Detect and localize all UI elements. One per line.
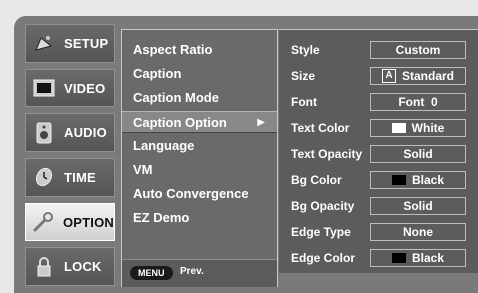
text-color-value[interactable]: White — [370, 119, 466, 137]
caption-options-panel: Style Custom Size A Standard Font Font 0… — [279, 29, 478, 273]
option-menu-panel: Aspect Ratio Caption Caption Mode Captio… — [121, 29, 278, 287]
padlock-icon — [32, 255, 56, 279]
satellite-dish-icon — [32, 31, 56, 55]
option-row-bg-opacity: Bg Opacity Solid — [279, 196, 478, 218]
wrench-icon — [32, 210, 55, 234]
option-row-text-color: Text Color White — [279, 118, 478, 140]
arrow-right-icon: ▶ — [257, 117, 265, 128]
sidebar-item-label: VIDEO — [64, 80, 106, 96]
sidebar-item-lock[interactable]: LOCK — [25, 247, 115, 287]
option-row-size: Size A Standard — [279, 66, 478, 88]
style-value[interactable]: Custom — [370, 41, 466, 59]
letter-a-icon: A — [381, 69, 396, 83]
sidebar: SETUP VIDEO AUDIO TIME OPTION LOCK — [25, 24, 115, 287]
menu-item-ez-demo[interactable]: EZ Demo — [122, 207, 277, 229]
option-row-bg-color: Bg Color Black — [279, 170, 478, 192]
menu-item-label: Caption Option — [133, 115, 227, 130]
value-text: Standard — [401, 69, 454, 83]
row-label: Size — [291, 69, 316, 83]
row-label: Bg Opacity — [291, 199, 355, 213]
color-swatch — [391, 175, 406, 185]
sidebar-item-time[interactable]: TIME — [25, 158, 115, 197]
bg-color-value[interactable]: Black — [370, 171, 466, 189]
row-label: Style — [291, 43, 320, 57]
menu-footer: MENU Prev. — [122, 259, 277, 287]
option-row-text-opacity: Text Opacity Solid — [279, 144, 478, 166]
value-text: None — [403, 225, 433, 239]
row-label: Text Color — [291, 121, 350, 135]
menu-button[interactable]: MENU — [130, 266, 173, 280]
color-swatch — [391, 123, 406, 133]
menu-item-caption-mode[interactable]: Caption Mode — [122, 87, 277, 109]
sidebar-item-label: AUDIO — [64, 125, 107, 141]
option-row-font: Font Font 0 — [279, 92, 478, 114]
menu-item-auto-convergence[interactable]: Auto Convergence — [122, 183, 277, 205]
value-text: Black — [411, 251, 445, 265]
option-row-style: Style Custom — [279, 40, 478, 62]
tv-monitor-icon — [32, 76, 56, 100]
prev-hint: Prev. — [180, 266, 204, 277]
sidebar-item-label: LOCK — [64, 259, 102, 275]
row-label: Edge Type — [291, 225, 351, 239]
clock-icon — [32, 165, 56, 189]
sidebar-item-video[interactable]: VIDEO — [25, 68, 115, 108]
value-text: White — [411, 121, 445, 135]
menu-item-vm[interactable]: VM — [122, 159, 277, 181]
row-label: Text Opacity — [291, 147, 363, 161]
menu-item-aspect-ratio[interactable]: Aspect Ratio — [122, 39, 277, 61]
sidebar-item-option[interactable]: OPTION — [25, 202, 115, 242]
menu-item-caption[interactable]: Caption — [122, 63, 277, 85]
sidebar-item-label: OPTION — [62, 214, 114, 230]
sidebar-item-audio[interactable]: AUDIO — [25, 113, 115, 153]
row-label: Bg Color — [291, 173, 342, 187]
edge-type-value[interactable]: None — [370, 223, 466, 241]
menu-item-caption-option[interactable]: Caption Option ▶ — [122, 111, 277, 133]
sidebar-item-label: TIME — [64, 169, 96, 185]
speaker-icon — [32, 121, 56, 145]
sidebar-item-label: SETUP — [64, 35, 109, 51]
value-text: Solid — [403, 147, 433, 161]
value-text: Black — [411, 173, 445, 187]
option-row-edge-color: Edge Color Black — [279, 248, 478, 270]
option-row-edge-type: Edge Type None — [279, 222, 478, 244]
color-swatch — [391, 253, 406, 263]
edge-color-value[interactable]: Black — [370, 249, 466, 267]
size-value[interactable]: A Standard — [370, 67, 466, 85]
text-opacity-value[interactable]: Solid — [370, 145, 466, 163]
value-text: Solid — [403, 199, 433, 213]
row-label: Edge Color — [291, 251, 356, 265]
menu-item-language[interactable]: Language — [122, 135, 277, 157]
bg-opacity-value[interactable]: Solid — [370, 197, 466, 215]
value-text: Font 0 — [398, 95, 438, 109]
value-text: Custom — [395, 43, 441, 57]
font-value[interactable]: Font 0 — [370, 93, 466, 111]
row-label: Font — [291, 95, 317, 109]
sidebar-item-setup[interactable]: SETUP — [25, 24, 115, 63]
